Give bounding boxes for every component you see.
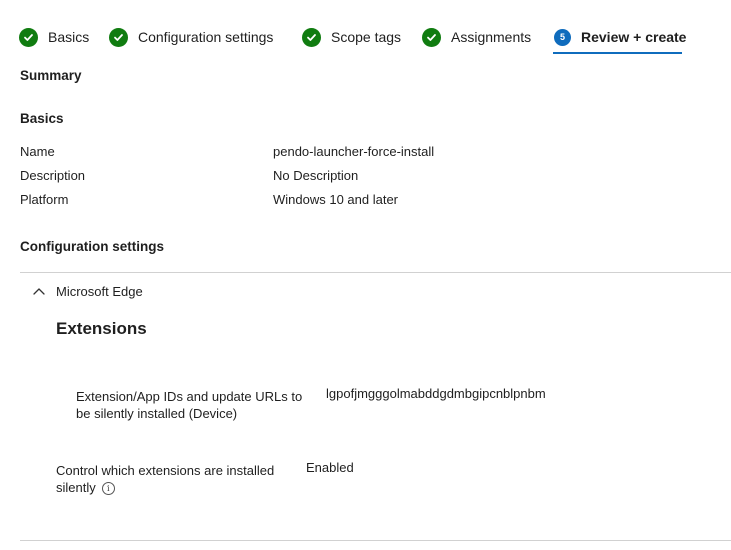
description-label: Description: [20, 168, 86, 183]
setting-label: Extension/App IDs and update URLs to be …: [76, 389, 303, 421]
description-value: No Description: [273, 168, 359, 183]
step-label: Basics: [48, 29, 90, 45]
wizard-steps: Basics Configuration settings Scope tags…: [0, 0, 731, 60]
step-number-badge: 5: [554, 28, 571, 46]
configuration-settings-heading: Configuration settings: [20, 239, 164, 254]
step-basics[interactable]: Basics: [19, 26, 89, 48]
step-label: Review + create: [581, 29, 687, 45]
setting-value: Enabled: [306, 460, 354, 475]
setting-label-with-info: Control which extensions are installed s…: [56, 462, 286, 496]
chevron-up-icon[interactable]: [32, 284, 46, 298]
setting-value: lgpofjmgggolmabddgdmbgipcnblpnbm: [326, 386, 546, 401]
checkmark-circle-icon: [19, 27, 38, 47]
step-configuration-settings[interactable]: Configuration settings: [109, 26, 273, 48]
active-step-underline: [553, 52, 682, 54]
step-label: Assignments: [451, 29, 532, 45]
step-label: Configuration settings: [138, 29, 274, 45]
setting-label: Control which extensions are installed s…: [56, 463, 275, 495]
checkmark-circle-icon: [302, 27, 321, 47]
microsoft-edge-group-toggle[interactable]: Microsoft Edge: [56, 284, 143, 299]
step-assignments[interactable]: Assignments: [422, 26, 531, 48]
basics-heading: Basics: [20, 111, 64, 126]
info-icon[interactable]: i: [101, 482, 115, 496]
name-label: Name: [20, 144, 55, 159]
divider: [20, 540, 731, 541]
platform-label: Platform: [20, 192, 69, 207]
divider: [20, 272, 731, 273]
extensions-heading: Extensions: [56, 319, 147, 338]
checkmark-circle-icon: [109, 27, 128, 47]
step-label: Scope tags: [331, 29, 402, 45]
summary-heading: Summary: [20, 68, 82, 83]
step-scope-tags[interactable]: Scope tags: [302, 26, 401, 48]
checkmark-circle-icon: [422, 27, 441, 47]
name-value: pendo-launcher-force-install: [273, 144, 435, 159]
platform-value: Windows 10 and later: [273, 192, 399, 207]
step-review-create[interactable]: 5 Review + create: [554, 26, 686, 48]
